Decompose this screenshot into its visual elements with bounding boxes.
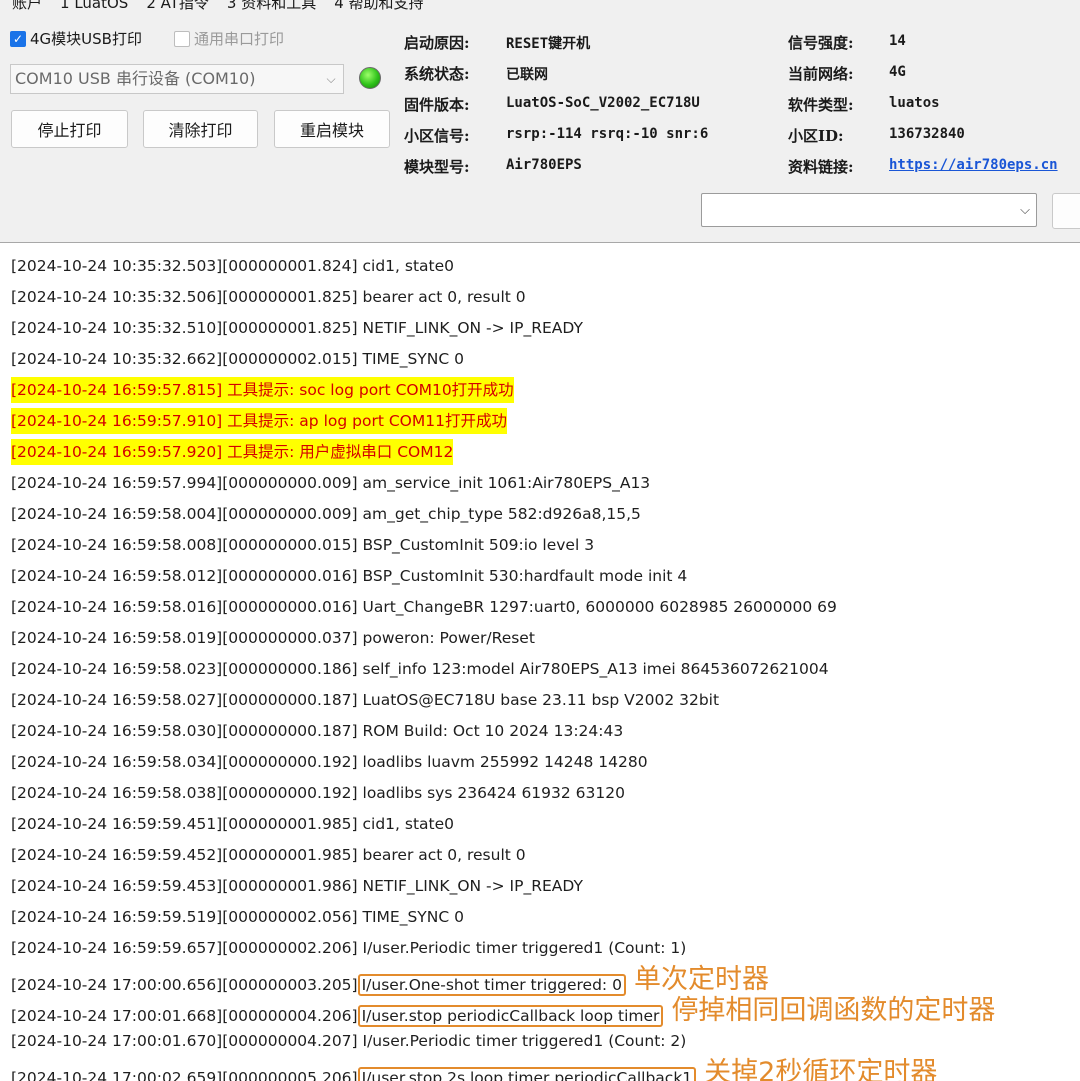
menu-docs-tools[interactable]: 3 资料和工具 [227,0,316,14]
current-network-label: 当前网络: [788,65,854,83]
log-line: [2024-10-24 10:35:32.662][000000002.015]… [11,350,464,368]
checkbox-unchecked-icon [174,30,190,47]
checkbox-checked-icon: ✓ [10,30,26,47]
chevron-down-icon: ⌵ [1020,202,1030,218]
menu-luatos[interactable]: 1 LuatOS [60,0,128,14]
menu-help[interactable]: 4 帮助和支持 [334,0,423,14]
menu-account[interactable]: 账户 [12,0,42,14]
boot-reason-value: RESET键开机 [506,36,591,52]
stop-print-button[interactable]: 停止打印 [11,110,128,148]
software-type-value: luatos [889,95,940,111]
restart-module-button[interactable]: 重启模块 [274,110,390,148]
connection-status-led-icon [359,67,381,89]
usb-print-label: 4G模块USB打印 [30,30,142,48]
log-line: [2024-10-24 10:35:32.506][000000001.825]… [11,288,526,306]
log-line: [2024-10-24 17:00:01.670][000000004.207]… [11,1028,686,1054]
chevron-down-icon: ⌵ [326,72,336,86]
annotation-label: 停掉相同回调函数的定时器 [671,995,996,1026]
annotation-label: 单次定时器 [633,964,769,995]
module-model-label: 模块型号: [404,158,470,176]
current-network-value: 4G [889,64,906,80]
log-line: [2024-10-24 16:59:58.030][000000000.187]… [11,722,624,740]
software-type-label: 软件类型: [788,96,854,114]
boot-reason-label: 启动原因: [404,34,470,52]
log-line: [2024-10-24 17:00:02.659][000000005.206]… [11,1057,938,1081]
docs-link-label: 资料链接: [788,158,854,176]
annotation-label: 关掉2秒循环定时器 [704,1057,938,1081]
serial-print-checkbox[interactable]: 通用串口打印 [174,28,284,49]
usb-print-checkbox[interactable]: ✓ 4G模块USB打印 [10,28,142,49]
log-output-panel[interactable]: [2024-10-24 10:35:32.503][000000001.824]… [0,242,1080,1081]
cell-signal-label: 小区信号: [404,127,470,145]
log-line: [2024-10-24 16:59:59.451][000000001.985]… [11,815,455,833]
log-line: [2024-10-24 16:59:58.012][000000000.016]… [11,567,688,585]
system-status-value: 已联网 [506,67,548,83]
log-line: [2024-10-24 16:59:58.004][000000000.009]… [11,505,641,523]
restart-module-label: 重启模块 [299,121,364,140]
signal-strength-label: 信号强度: [788,34,854,52]
log-line-tool-notice: [2024-10-24 16:59:57.920] 工具提示: 用户虚拟串口 C… [11,439,454,465]
log-line-highlighted-message: I/user.stop 2s loop timer periodicCallba… [357,1067,697,1081]
cell-signal-value: rsrp:-114 rsrq:-10 snr:6 [506,126,709,142]
log-line-prefix: [2024-10-24 17:00:02.659][000000005.206] [11,1069,358,1081]
stop-print-label: 停止打印 [37,121,102,140]
port-select[interactable]: COM10 USB 串行设备 (COM10) ⌵ [10,64,344,94]
command-select[interactable]: ⌵ [701,193,1037,227]
log-line-tool-notice: [2024-10-24 16:59:57.910] 工具提示: ap log p… [11,408,507,434]
log-line-prefix: [2024-10-24 17:00:01.668][000000004.206] [11,1007,358,1025]
log-line: [2024-10-24 16:59:58.034][000000000.192]… [11,753,648,771]
log-line: [2024-10-24 16:59:59.453][000000001.986]… [11,877,583,895]
clear-print-label: 清除打印 [168,121,233,140]
log-line: [2024-10-24 16:59:58.038][000000000.192]… [11,784,625,802]
cell-id-label: 小区ID: [788,127,844,145]
port-select-value: COM10 USB 串行设备 (COM10) [15,69,256,88]
log-line-highlighted-message: I/user.One-shot timer triggered: 0 [357,974,626,996]
log-line: [2024-10-24 16:59:57.994][000000000.009]… [11,474,651,492]
clear-print-button[interactable]: 清除打印 [143,110,258,148]
send-button-partial[interactable] [1052,193,1080,229]
log-line: [2024-10-24 16:59:59.519][000000002.056]… [11,908,464,926]
system-status-label: 系统状态: [404,65,470,83]
log-line: [2024-10-24 10:35:32.510][000000001.825]… [11,319,583,337]
menu-at-commands[interactable]: 2 AT指令 [146,0,209,14]
firmware-value: LuatOS-SoC_V2002_EC718U [506,95,700,111]
log-line: [2024-10-24 10:35:32.503][000000001.824]… [11,257,455,275]
serial-print-label: 通用串口打印 [194,30,285,48]
log-line: [2024-10-24 17:00:00.656][000000003.205]… [11,964,769,996]
firmware-label: 固件版本: [404,96,470,114]
log-line: [2024-10-24 16:59:58.016][000000000.016]… [11,598,837,616]
log-line: [2024-10-24 17:00:01.668][000000004.206]… [11,995,996,1027]
log-line-highlighted-message: I/user.stop periodicCallback loop timer [357,1005,664,1027]
log-line-prefix: [2024-10-24 17:00:00.656][000000003.205] [11,976,358,994]
log-line: [2024-10-24 16:59:59.657][000000002.206]… [11,939,687,957]
log-line-tool-notice: [2024-10-24 16:59:57.815] 工具提示: soc log … [11,377,514,403]
signal-strength-value: 14 [889,33,906,49]
docs-link[interactable]: https://air780eps.cn [889,157,1080,173]
log-line: [2024-10-24 16:59:58.019][000000000.037]… [11,629,535,647]
menu-bar: 账户 1 LuatOS 2 AT指令 3 资料和工具 4 帮助和支持 [0,0,1080,14]
log-line: [2024-10-24 16:59:59.452][000000001.985]… [11,846,526,864]
log-line: [2024-10-24 16:59:58.023][000000000.186]… [11,660,829,678]
log-line: [2024-10-24 16:59:58.008][000000000.015]… [11,536,595,554]
module-model-value: Air780EPS [506,157,582,173]
log-line: [2024-10-24 16:59:58.027][000000000.187]… [11,691,720,709]
log-line-prefix: [2024-10-24 17:00:01.670][000000004.207]… [11,1032,687,1050]
cell-id-value: 136732840 [889,126,965,142]
